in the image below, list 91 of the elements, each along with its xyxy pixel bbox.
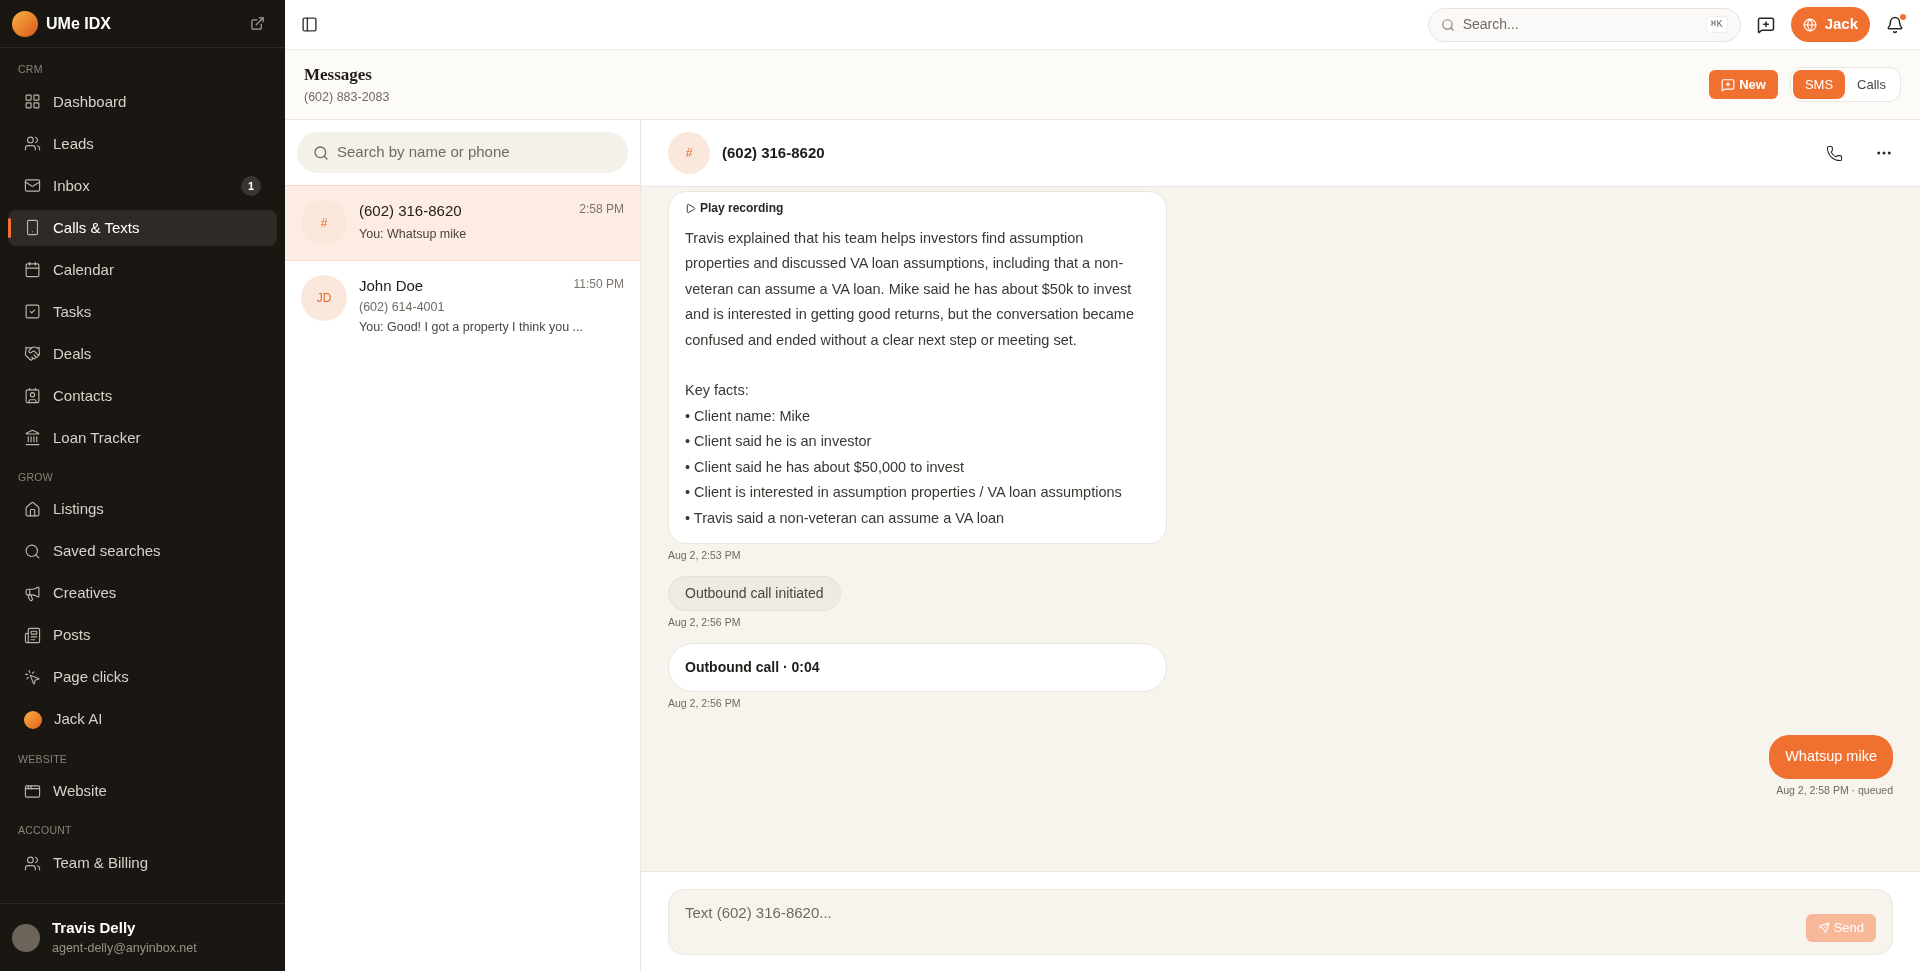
message-time: Aug 2, 2:56 PM (668, 695, 742, 711)
contact-phone: (602) 614-4001 (359, 298, 446, 316)
fact-item: • Client said he is an investor (685, 432, 873, 451)
new-message-icon[interactable] (1756, 15, 1775, 34)
sidebar-item[interactable]: Calendar (8, 251, 277, 288)
user-avatar (12, 923, 40, 952)
call-bubble: Outbound call · 0:04 (668, 642, 1167, 692)
page-title: Messages (304, 64, 373, 87)
sidebar-item[interactable]: Deals (8, 335, 277, 372)
contact-avatar: # (668, 132, 710, 174)
megaphone-icon (24, 585, 41, 602)
conversation-time: 2:58 PM (579, 201, 624, 218)
message-plus-icon (1721, 77, 1736, 92)
call-event-pill: Outbound call initiated (668, 575, 841, 611)
message-time: Aug 2, 2:56 PM (668, 614, 742, 630)
sidebar-item[interactable]: Contacts (8, 377, 277, 414)
cursor-click-icon (24, 669, 41, 686)
chat-title: (602) 316-8620 (722, 142, 826, 163)
people-icon (24, 854, 41, 872)
user-name: Travis Delly (52, 917, 137, 938)
fact-item: • Client said he has about $50,000 to invest (685, 457, 966, 477)
sidebar-item[interactable]: Website (8, 773, 277, 810)
message-time: Aug 2, 2:53 PM (668, 548, 742, 563)
conversation-search-field[interactable]: Search by name or phone (297, 132, 628, 173)
sidebar-item[interactable]: Inbox 1 (8, 167, 277, 204)
play-icon (685, 203, 696, 215)
sidebar-item[interactable]: Listings (8, 491, 277, 528)
calendar-icon (24, 261, 41, 279)
send-icon (1817, 922, 1830, 934)
fact-item: • Client name: Mike (685, 406, 812, 426)
search-input[interactable]: Search... (1462, 14, 1698, 35)
outgoing-message-bubble: Whatsup mike (1769, 735, 1893, 779)
sidebar-item[interactable]: Team & Billing (8, 845, 277, 881)
brand-name: UMe IDX (46, 13, 112, 34)
sidebar-item[interactable]: Posts (8, 617, 277, 654)
conversation-item[interactable]: # (602) 316-8620 2:58 PM You: Whatsup mike (285, 185, 640, 261)
house-icon (24, 501, 41, 518)
sidebar-item[interactable]: Saved searches (8, 533, 277, 570)
contact-card-icon (24, 387, 41, 405)
phone-icon[interactable] (1826, 144, 1843, 162)
user-email: agent-delly@anyinbox.net (52, 940, 197, 958)
handshake-icon (24, 345, 41, 363)
globe-icon (1802, 17, 1817, 32)
sidebar-item[interactable]: Loan Tracker (8, 419, 277, 456)
mail-icon (24, 177, 41, 195)
summary-text: Travis explained that his team helps investors find assumption properties and discussed VA loan assumptions, including that a non-veteran can assume a VA loan. Mike said he has about $50k to invest and is interested in getting good returns, but the conversation became confused and ended without a clear next step or meeting set. (685, 228, 1135, 350)
page-phone: (602) 883-2083 (304, 88, 391, 106)
conversation-time: 11:50 PM (573, 276, 624, 293)
sidebar-item[interactable]: Page clicks (8, 659, 277, 696)
window-icon (24, 782, 41, 800)
checkbox-icon (24, 303, 41, 321)
search-icon (313, 144, 329, 161)
contact-avatar: # (301, 200, 347, 246)
tab[interactable]: Calls (1845, 70, 1898, 99)
shortcut-key: ⌘K (1705, 16, 1728, 33)
section-heading: WEBSITE (17, 751, 69, 767)
grid-icon (24, 93, 41, 111)
message-preview: You: Whatsup mike (359, 225, 468, 243)
sidebar-item[interactable]: Calls & Texts (8, 209, 277, 246)
sidebar-item[interactable]: Dashboard (8, 83, 277, 120)
contact-name: (602) 316-8620 (359, 201, 462, 221)
play-recording-button[interactable]: Play recording (685, 196, 784, 222)
message-time: Aug 2, 2:58 PM · queued (1775, 783, 1893, 798)
notifications-icon[interactable] (1886, 15, 1904, 34)
sidebar-item[interactable]: Leads (8, 125, 277, 162)
section-heading: CRM (17, 62, 44, 77)
logo-icon (12, 10, 38, 37)
newspaper-icon (24, 627, 41, 644)
contact-avatar: JD (301, 275, 347, 321)
conversation-item[interactable]: JD John Doe 11:50 PM (602) 614-4001 You: Good! I got a property I think you ... (285, 261, 640, 351)
bank-icon (24, 429, 41, 447)
sidebar-item[interactable]: Creatives (8, 575, 277, 612)
contact-name: John Doe (359, 276, 424, 296)
section-heading: GROW (17, 469, 54, 485)
people-icon (24, 135, 41, 153)
sidebar-item[interactable]: Tasks (8, 293, 277, 330)
search-icon (1440, 17, 1455, 32)
sidebar-item[interactable]: Jack AI (8, 701, 277, 738)
search-field[interactable]: Search... ⌘K (1427, 7, 1741, 42)
fact-item: • Client is interested in assumption properties / VA loan assumptions (685, 483, 1123, 502)
section-heading: ACCOUNT (17, 823, 73, 839)
avatar-icon (24, 710, 42, 729)
fact-item: • Travis said a non-veteran can assume a VA loan (685, 508, 1006, 528)
count-badge: 1 (241, 175, 261, 196)
external-link-icon[interactable] (250, 16, 265, 31)
phone-icon (24, 219, 41, 237)
search-input[interactable]: Search by name or phone (337, 141, 612, 164)
sidebar-toggle-icon[interactable] (301, 16, 318, 33)
search-icon (24, 543, 41, 560)
facts-heading: Key facts: (685, 381, 750, 400)
message-preview: You: Good! I got a property I think you ... (359, 319, 584, 337)
